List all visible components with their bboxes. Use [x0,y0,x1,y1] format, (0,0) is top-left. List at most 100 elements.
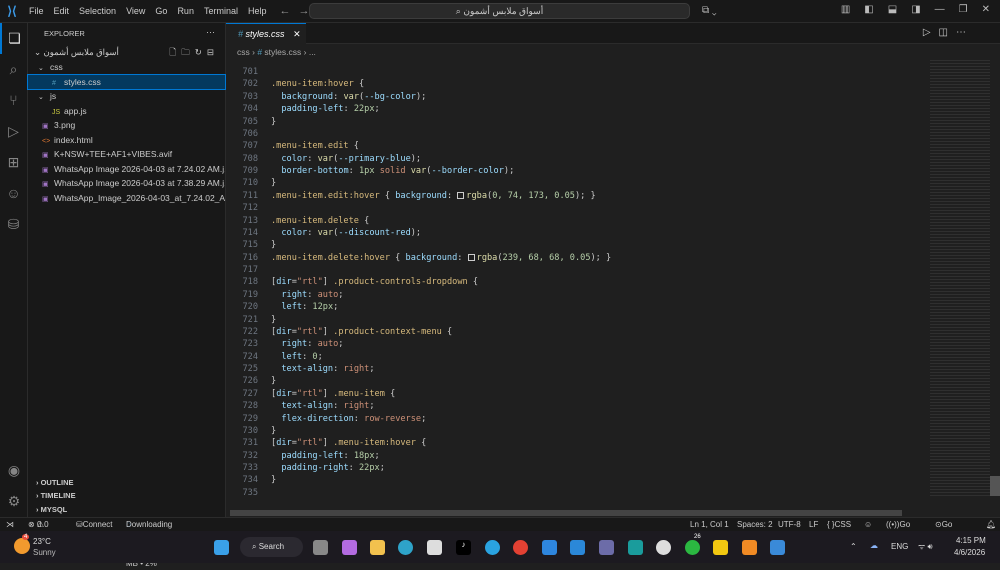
mysql-section[interactable]: › MYSQL [28,503,226,516]
weather-icon[interactable] [14,538,30,554]
tree-file[interactable]: ▣ K+NSW+TEE+AF1+VIBES.avif [28,147,225,162]
toggle-panel-icon[interactable]: ⬓ [888,4,897,15]
horizontal-scrollbar[interactable] [230,510,902,516]
line-content: [dir="rtl"] .menu-item { [271,388,395,400]
layout-icon[interactable]: ▥ [841,4,850,15]
html-icon: <> [42,137,51,145]
tree-file[interactable]: ▣ WhatsApp_Image_2026-04-03_at_7.24.02_A.… [28,191,225,206]
more-actions-icon[interactable]: ··· [206,27,215,37]
tray-chevron-icon[interactable]: ⌃ [850,542,857,551]
breadcrumb-folder[interactable]: css [237,47,250,57]
editor-actions[interactable]: ▷◫⋯ [923,27,974,38]
command-center-search[interactable]: ⌕ أسواق ملابس أشمون [309,3,690,19]
photos-icon[interactable] [770,540,785,555]
file-explorer-icon[interactable] [370,540,385,555]
tree-folder[interactable]: ⌄ css [28,60,225,75]
settings-gear-icon[interactable]: ⚙ [0,486,28,517]
clock-time[interactable]: 4:15 PM [956,536,986,545]
encoding[interactable]: UTF-8 [778,518,801,531]
timeline-section[interactable]: › TIMELINE [28,489,226,502]
close-icon[interactable]: ✕ [982,4,990,15]
menu-run[interactable]: Run [177,6,194,16]
tree-file[interactable]: # styles.css [27,73,226,90]
extensions-icon[interactable]: ⊞ [0,147,27,178]
code-token: row-reverse [364,413,422,424]
menu-help[interactable]: Help [248,6,267,16]
tree-file[interactable]: ▣ 3.png [28,118,225,133]
store-icon[interactable] [427,540,442,555]
run-debug-icon[interactable]: ▷ [0,116,27,147]
go-live-button-1[interactable]: ((•)) Go Live [886,518,914,542]
workspace-root[interactable]: ⌄ أسواق ملابس أشمون 🗋🗀↻⊟ [28,45,225,60]
line-content: color: var(--primary-blue); [271,153,421,165]
tree-file[interactable]: JS app.js [28,104,225,119]
toggle-secondary-icon[interactable]: ◨ [911,4,920,15]
edge-icon[interactable] [398,540,413,555]
problems-indicator[interactable]: ⊗ 0 ⚠ 0 [28,518,49,531]
cursor-position[interactable]: Ln 1, Col 1 [690,518,729,531]
line-ending[interactable]: LF [809,518,818,531]
menu-terminal[interactable]: Terminal [204,6,238,16]
explorer-icon[interactable]: ❏ [0,23,27,54]
go-live-button-2[interactable]: ⊙ Go Live [935,518,956,542]
close-tab-icon[interactable]: ✕ [293,29,301,39]
tree-folder[interactable]: ⌄ js [28,89,225,104]
search-icon[interactable]: ⌕ [0,54,27,85]
account-icon[interactable]: ◉ [0,455,28,486]
clock-date[interactable]: 4/6/2026 [954,548,985,557]
whatsapp-icon[interactable] [685,540,700,555]
forward-icon[interactable]: → [298,5,309,17]
source-control-icon[interactable]: ⑂ [0,85,27,116]
power-bi-icon[interactable] [713,540,728,555]
tree-file[interactable]: ▣ WhatsApp Image 2026-04-03 at 7.24.02 AM… [28,162,225,177]
breadcrumb-symbol[interactable]: ... [309,47,316,57]
shareit-icon[interactable] [542,540,557,555]
wifi-volume-icon[interactable]: ᯤ 🔊︎ [918,541,933,552]
code-line: 712 [226,202,930,214]
explorer-actions[interactable]: 🗋🗀↻⊟ [169,45,219,60]
app-icon[interactable] [599,540,614,555]
connect-button[interactable]: ⛁ Connect [76,518,113,531]
menu-go[interactable]: Go [155,6,167,16]
android-studio-icon[interactable] [656,540,671,555]
telegram-icon[interactable] [485,540,500,555]
language-mode[interactable]: { } CSS [827,518,851,531]
language-indicator[interactable]: ENG [891,542,908,551]
taskbar-search[interactable]: ⌕ Search [240,537,303,557]
vertical-scrollbar[interactable] [990,476,1000,496]
start-icon[interactable] [214,540,229,555]
tree-file[interactable]: <> index.html [28,133,225,148]
menu-edit[interactable]: Edit [54,6,70,16]
menu-file[interactable]: File [29,6,44,16]
database-icon[interactable]: ⛁ [0,209,27,240]
color-swatch-icon[interactable] [457,191,465,199]
back-icon[interactable]: ← [279,5,290,17]
color-swatch-icon[interactable] [467,253,475,261]
vscode-taskbar-icon[interactable] [570,540,585,555]
copilot-icon[interactable]: ⧉ ⌄ [702,5,717,16]
copilot-app-icon[interactable] [342,540,357,555]
tab-styles-css[interactable]: # styles.css ✕ [226,23,306,44]
code-editor[interactable]: 701 702 .menu-item:hover {703 background: … [226,66,930,499]
minimap[interactable] [930,58,990,498]
chrome-icon[interactable] [513,540,528,555]
arduino-icon[interactable] [628,540,643,555]
menu-selection[interactable]: Selection [79,6,116,16]
outline-section[interactable]: › OUTLINE [28,476,226,489]
menu-view[interactable]: View [126,6,145,16]
onedrive-icon[interactable]: ☁ [870,541,878,550]
minimize-icon[interactable]: — [935,4,945,15]
remote-icon[interactable]: ⋊ [6,518,14,531]
tiktok-icon[interactable]: ♪ [456,540,471,555]
notifications-icon[interactable]: 🔔︎ [986,518,996,531]
breadcrumb-file[interactable]: styles.css [264,47,301,57]
vlc-icon[interactable] [742,540,757,555]
task-view-icon[interactable] [313,540,328,555]
indentation[interactable]: Spaces: 2 [737,518,773,531]
tree-file[interactable]: ▣ WhatsApp Image 2026-04-03 at 7.38.29 AM… [28,176,225,191]
copilot-agent-icon[interactable]: ☺ [0,178,27,209]
copilot-status-icon[interactable]: ☺ [864,518,872,531]
toggle-sidebar-icon[interactable]: ◧ [864,4,873,15]
restore-icon[interactable]: ❐ [959,4,968,15]
